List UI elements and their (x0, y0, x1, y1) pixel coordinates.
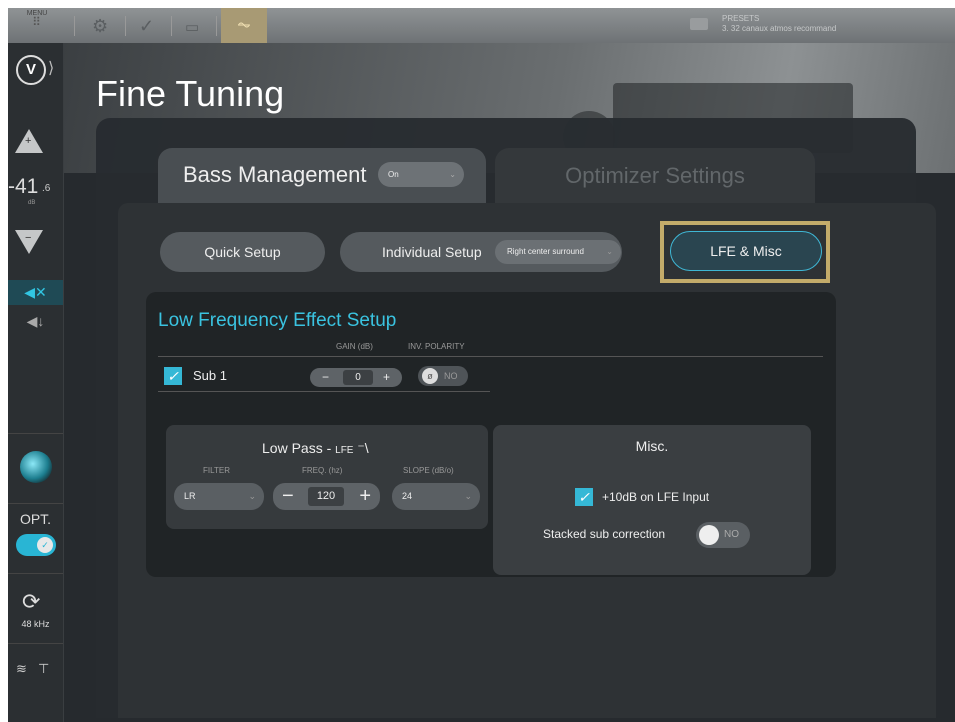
tab-bass-management[interactable]: Bass Management On ⌄ (158, 148, 486, 203)
chevron-down-icon: ⌄ (606, 247, 613, 256)
slope-value: 24 (402, 491, 413, 501)
mute-icon[interactable]: ◀✕ (8, 280, 63, 305)
minus-icon: − (25, 232, 32, 244)
volume-value: -41 (8, 175, 39, 198)
bass-management-value: On (388, 170, 399, 179)
filter-dropdown[interactable]: LR ⌄ (174, 483, 264, 510)
presets-selector[interactable]: PRESETS 3. 32 canaux atmos recommand (690, 14, 836, 34)
gain-header: GAIN (dB) (336, 342, 373, 351)
lfe-input-checkbox[interactable]: ✓ (575, 488, 593, 506)
individual-setup-label: Individual Setup (382, 244, 482, 260)
polarity-header: INV. POLARITY (408, 342, 465, 351)
ethernet-icon: ⊤ (38, 661, 50, 676)
minus-button[interactable]: − (322, 368, 329, 387)
chevron-right-icon[interactable]: ⟩ (48, 58, 54, 78)
sub1-label: Sub 1 (193, 368, 227, 383)
wifi-icon: ≋ (16, 661, 27, 676)
brand-logo-icon[interactable]: V (16, 55, 46, 85)
sync-icon: ⟳ (22, 589, 41, 614)
channel-dropdown[interactable]: Right center surround ⌄ (495, 240, 621, 264)
chevron-down-icon: ⌄ (464, 491, 472, 501)
divider (8, 643, 63, 644)
bass-management-dropdown[interactable]: On ⌄ (378, 162, 464, 187)
gain-stepper: − 0 + (310, 368, 402, 387)
freq-stepper: − 120 + (273, 483, 380, 510)
divider (74, 16, 75, 36)
channel-value: Right center surround (507, 247, 584, 256)
volume-decimal: .6 (42, 183, 51, 194)
sub1-checkbox[interactable]: ✓ (164, 367, 182, 385)
divider (171, 16, 172, 36)
room-correction-icon[interactable]: ⏦ (221, 8, 267, 43)
misc-title: Misc. (635, 438, 669, 454)
divider (8, 433, 63, 434)
low-pass-title-lfe: LFE (335, 445, 354, 456)
presets-label: PRESETS (722, 14, 760, 23)
slope-dropdown[interactable]: 24 ⌄ (392, 483, 480, 510)
low-pass-title-text: Low Pass - (262, 440, 336, 456)
left-sidebar: V ⟩ + -41 .6 dB − ◀✕ ◀↓ OPT. ✓ ⟳ 48 kHz … (8, 43, 64, 722)
divider (8, 503, 63, 504)
chevron-down-icon: ⌄ (248, 491, 256, 501)
quick-setup-button[interactable]: Quick Setup (160, 232, 325, 272)
check-logo-icon[interactable]: ✓ (139, 16, 154, 37)
top-bar: MENU ⠿ ⚙ ✓ ▭ ⏦ PRESETS 3. 32 canaux atmo… (8, 8, 955, 43)
tab-optimizer-settings[interactable]: Optimizer Settings (495, 148, 815, 203)
plus-button[interactable]: + (359, 483, 371, 509)
lfe-input-label: +10dB on LFE Input (602, 490, 710, 504)
input-toggle[interactable]: ✓ (16, 534, 56, 556)
filter-header: FILTER (203, 466, 230, 475)
folder-icon (690, 18, 708, 30)
plus-icon: + (25, 135, 32, 147)
lfe-section-title: Low Frequency Effect Setup (158, 310, 397, 331)
divider (8, 573, 63, 574)
page-title: Fine Tuning (96, 73, 285, 114)
grid-icon: ⠿ (32, 15, 42, 29)
divider (216, 16, 217, 36)
minus-button[interactable]: − (282, 483, 294, 509)
freq-header: FREQ. (hz) (302, 466, 343, 475)
lfe-misc-button[interactable]: LFE & Misc (670, 231, 822, 271)
stacked-sub-toggle[interactable]: NO (696, 522, 750, 548)
divider (125, 16, 126, 36)
tab-bass-management-label: Bass Management (183, 162, 367, 187)
filter-value: LR (184, 491, 196, 501)
divider (158, 356, 823, 357)
gain-value: 0 (343, 370, 373, 385)
check-icon: ✓ (37, 537, 53, 553)
display-icon[interactable]: ▭ (185, 18, 199, 36)
volume-unit: dB (28, 200, 36, 206)
individual-setup-button[interactable]: Individual Setup Right center surround ⌄ (340, 232, 622, 272)
low-pass-title: Low Pass - LFE ⁻\ (262, 440, 369, 457)
menu-button[interactable]: MENU ⠿ (22, 10, 52, 29)
volume-down-button[interactable]: − (15, 230, 43, 254)
freq-value: 120 (308, 487, 344, 506)
polarity-value: NO (444, 371, 458, 381)
stacked-sub-value: NO (724, 529, 739, 540)
optical-cable-icon (20, 451, 52, 483)
low-pass-curve-icon: ⁻\ (357, 440, 369, 456)
plus-button[interactable]: + (383, 368, 390, 387)
stacked-sub-label: Stacked sub correction (543, 527, 666, 541)
slope-header: SLOPE (dB/o) (403, 466, 454, 475)
settings-icon[interactable]: ⚙ (92, 16, 108, 37)
polarity-toggle[interactable]: ø NO (418, 366, 468, 386)
volume-up-button[interactable]: + (15, 129, 43, 153)
volume-dim-icon[interactable]: ◀↓ (8, 309, 63, 334)
chevron-down-icon: ⌄ (449, 170, 456, 179)
preset-name: 3. 32 canaux atmos recommand (722, 24, 837, 33)
phase-icon: ø (422, 368, 438, 384)
divider (158, 391, 490, 392)
input-label: OPT. (19, 511, 52, 527)
sample-rate: 48 kHz (21, 619, 50, 629)
toggle-knob (699, 525, 719, 545)
